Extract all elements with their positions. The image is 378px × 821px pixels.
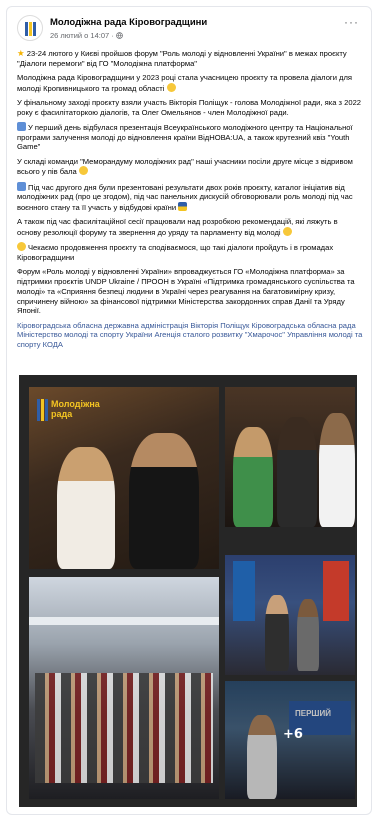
photo-stage[interactable] [225,555,355,675]
paragraph: У фінальному заході проєкту взяли участь… [17,98,362,117]
post-header: Молодіжна рада Кіровоградщини 26 лютий о… [17,15,361,45]
page-name-link[interactable]: Молодіжна рада Кіровоградщини [50,17,207,28]
photo-audience[interactable] [225,387,355,527]
paragraph: ★ 23-24 лютого у Києві пройшов форум "Ро… [17,48,347,68]
paragraph: Під час другого дня були презентовані ре… [17,181,353,213]
person-audience [233,427,273,527]
post-timestamp[interactable]: 26 лютий о 14:07 · [50,31,116,40]
person-audience [319,413,355,527]
post-text: ★ 23-24 лютого у Києві пройшов форум "Ро… [17,48,363,354]
photo-presenter[interactable]: ПЕРШИЙ +6 [225,681,355,799]
logo-text: Молодіжна рада [51,399,100,419]
more-photos-count[interactable]: +6 [283,727,303,742]
post-meta[interactable]: 26 лютий о 14:07 · [50,31,123,40]
smile-icon [166,82,176,92]
logo-mark-icon [37,399,48,421]
paragraph: Молодіжна рада Кіровоградщини у 2023 роц… [17,73,353,93]
photo-delegates[interactable]: Молодіжна рада [29,387,219,569]
ukraine-flag-icon [178,202,188,212]
un-banner [233,561,255,621]
ceiling-lights [29,617,219,625]
star-icon: ★ [17,48,25,58]
red-banner [323,561,349,621]
photo-group[interactable] [29,577,219,799]
arrow-icon [17,181,26,191]
heart-eyes-icon [17,242,26,252]
paragraph: А також під час фасилітаційної сесії пра… [17,217,338,238]
facebook-post: Молодіжна рада Кіровоградщини 26 лютий о… [6,6,372,815]
globe-icon [116,32,123,39]
tagged-pages-links[interactable]: Кіровоградська обласна державна адмініст… [17,321,363,350]
person-speaker [265,595,289,671]
photo-gallery: Молодіжна рада ПЕРШИЙ +6 [19,375,357,807]
group-of-people [35,673,213,783]
paragraph: Форум «Роль молоді у відновленні України… [17,267,355,316]
paragraph: Чекаємо продовження проєкту та сподіваєм… [17,242,334,263]
muscle-icon [282,227,292,237]
muscle-icon [78,166,88,176]
page-avatar[interactable] [17,15,43,41]
paragraph: У складі команди "Меморандуму молодіжних… [17,156,353,177]
person-speaker [297,599,319,671]
person-woman [57,447,115,569]
arrow-icon [17,122,26,131]
paragraph: У перший день відбулася презентація Всеу… [17,122,353,152]
more-options-button[interactable]: ··· [344,15,359,29]
person-man [129,433,199,569]
person-audience [277,417,317,527]
logo-youth-council: Молодіжна рада [37,397,107,429]
